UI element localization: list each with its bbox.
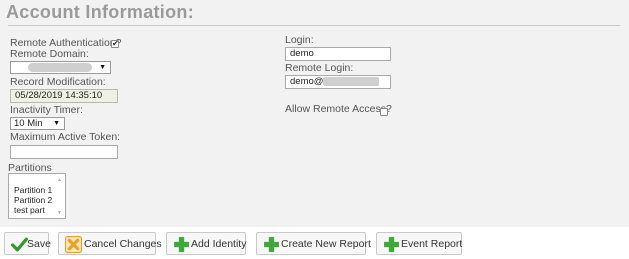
title-divider bbox=[8, 25, 620, 26]
record-modification-field: 05/28/2019 14:35:10 bbox=[10, 89, 118, 103]
scroll-up-icon[interactable]: ▲ bbox=[57, 177, 62, 183]
login-input[interactable]: demo bbox=[285, 47, 391, 61]
cancel-x-icon bbox=[65, 236, 82, 253]
create-new-report-button[interactable]: Create New Report bbox=[256, 232, 371, 255]
maximum-active-token-label: Maximum Active Token: bbox=[10, 131, 121, 143]
allow-remote-access-label: Allow Remote Access? bbox=[285, 103, 392, 115]
account-info-panel: Account Information: Remote Authenticati… bbox=[0, 0, 629, 227]
allow-remote-access-checkbox[interactable] bbox=[380, 108, 388, 116]
plus-icon bbox=[384, 237, 399, 252]
remote-login-value: demo@ bbox=[290, 76, 324, 88]
list-item[interactable]: Partition 2 bbox=[14, 195, 52, 205]
add-identity-label: Add Identity bbox=[191, 238, 247, 250]
remote-domain-label: Remote Domain: bbox=[10, 48, 89, 60]
inactivity-timer-select[interactable]: 10 Min ▼ bbox=[10, 117, 65, 130]
list-item[interactable]: test part bbox=[14, 205, 45, 215]
event-report-label: Event Report bbox=[401, 238, 463, 250]
record-modification-label: Record Modification: bbox=[10, 76, 106, 88]
chevron-down-icon: ▼ bbox=[53, 120, 60, 127]
maximum-active-token-input[interactable] bbox=[10, 145, 118, 159]
remote-domain-select[interactable]: ▼ bbox=[10, 61, 111, 74]
remote-login-label: Remote Login: bbox=[285, 62, 354, 74]
redacted-value bbox=[323, 77, 380, 86]
scroll-down-icon[interactable]: ▼ bbox=[57, 210, 62, 216]
create-new-report-label: Create New Report bbox=[281, 238, 371, 250]
event-report-button[interactable]: Event Report bbox=[376, 232, 462, 255]
plus-icon bbox=[174, 237, 189, 252]
plus-icon bbox=[264, 237, 279, 252]
inactivity-timer-label: Inactivity Timer: bbox=[10, 104, 83, 116]
cancel-changes-button[interactable]: Cancel Changes bbox=[58, 232, 162, 255]
partitions-listbox[interactable]: Partition 1 Partition 2 test part ▲ ▼ bbox=[8, 173, 66, 219]
login-label: Login: bbox=[285, 34, 314, 46]
remote-authentication-checkbox[interactable]: ✔ bbox=[111, 40, 119, 48]
save-label: Save bbox=[27, 238, 51, 250]
redacted-value bbox=[28, 62, 92, 72]
check-icon bbox=[11, 237, 28, 252]
save-button[interactable]: Save bbox=[4, 232, 51, 255]
remote-login-input[interactable]: demo@ bbox=[285, 75, 391, 89]
section-title: Account Information: bbox=[6, 2, 194, 22]
chevron-down-icon: ▼ bbox=[99, 64, 106, 71]
inactivity-timer-value: 10 Min bbox=[14, 118, 43, 129]
list-item[interactable]: Partition 1 bbox=[14, 185, 52, 195]
cancel-changes-label: Cancel Changes bbox=[84, 238, 162, 250]
add-identity-button[interactable]: Add Identity bbox=[166, 232, 246, 255]
